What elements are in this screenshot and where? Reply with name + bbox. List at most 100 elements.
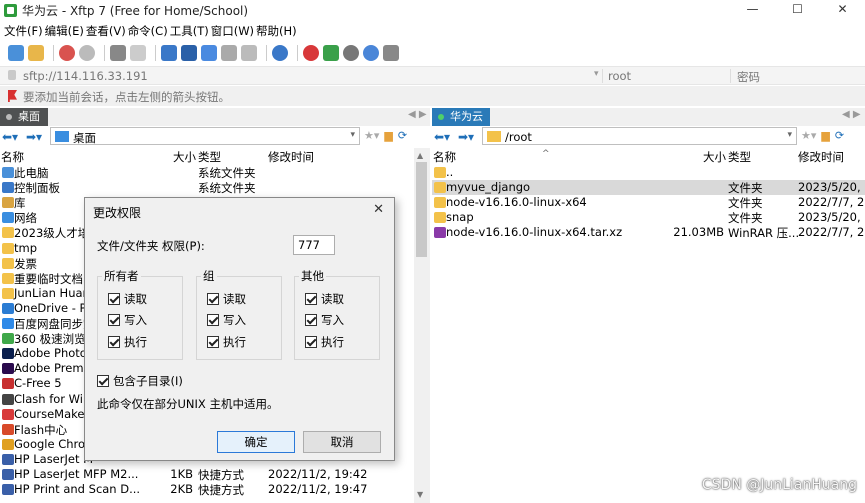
- new-folder-icon[interactable]: [110, 45, 126, 61]
- file-name: HP Print and Scan D...: [14, 482, 141, 497]
- folder-icon: [2, 257, 14, 269]
- recurse-subdirs-checkbox[interactable]: 包含子目录(I): [97, 373, 183, 389]
- remote-file-row[interactable]: node-v16.16.0-linux-x64 文件夹 2022/7/7, 20: [432, 195, 865, 210]
- col-modified[interactable]: 修改时间: [268, 149, 314, 165]
- star-icon[interactable]: ★▾: [801, 129, 816, 142]
- close-icon[interactable]: ✕: [373, 202, 384, 217]
- col-modified[interactable]: 修改时间: [798, 149, 844, 165]
- username-input[interactable]: root: [608, 69, 631, 83]
- folder-icon: [487, 131, 501, 142]
- local-file-row[interactable]: HP Print and Scan D... 2KB 快捷方式 2022/11/2, …: [0, 482, 414, 497]
- others-exec-checkbox[interactable]: 执行: [305, 334, 344, 350]
- file-type: 文件夹: [728, 211, 763, 226]
- tab-scroll-arrows[interactable]: ◀ ▶: [842, 109, 861, 120]
- copy-icon[interactable]: [221, 45, 237, 61]
- chevron-down-icon[interactable]: ▾: [787, 130, 792, 140]
- group-exec-checkbox[interactable]: 执行: [207, 334, 246, 350]
- local-file-row[interactable]: 控制面板 系统文件夹: [0, 180, 414, 195]
- owner-exec-checkbox[interactable]: 执行: [108, 334, 147, 350]
- menu-file[interactable]: 文件(F): [4, 23, 43, 39]
- printer-icon: [2, 469, 14, 480]
- local-scrollbar[interactable]: ▲ ▼: [414, 148, 430, 503]
- tab-scroll-arrows[interactable]: ◀ ▶: [408, 109, 427, 120]
- menu-command[interactable]: 命令(C): [128, 23, 168, 39]
- owner-write-checkbox[interactable]: 写入: [108, 312, 147, 328]
- maximize-button[interactable]: ☐: [775, 0, 820, 20]
- upload-icon[interactable]: [161, 45, 177, 61]
- file-type: 系统文件夹: [198, 181, 256, 196]
- column-header: 名称 大小 类型 修改时间: [0, 148, 414, 164]
- col-size[interactable]: 大小: [703, 149, 726, 165]
- scroll-down-icon[interactable]: ▼: [417, 490, 423, 499]
- tab-local-desktop[interactable]: 桌面: [0, 108, 48, 126]
- menu-tools[interactable]: 工具(T): [170, 23, 209, 39]
- minimize-button[interactable]: —: [730, 0, 775, 20]
- menu-view[interactable]: 查看(V): [86, 23, 126, 39]
- paste-icon[interactable]: [241, 45, 257, 61]
- file-modified: 2023/5/20, 1: [798, 180, 865, 195]
- star-icon[interactable]: ★▾: [364, 129, 379, 142]
- permission-input[interactable]: 777: [293, 235, 335, 255]
- local-file-row[interactable]: 此电脑 系统文件夹: [0, 165, 414, 180]
- folder-up-icon[interactable]: ▆: [384, 129, 392, 142]
- remote-file-row[interactable]: node-v16.16.0-linux-x64.tar.xz 21.03MB Win…: [432, 225, 865, 240]
- bookmark-arrow-icon[interactable]: [8, 90, 17, 102]
- chat-icon[interactable]: [383, 45, 399, 61]
- local-file-row[interactable]: HP LaserJet MFP M2... 1KB 快捷方式 2022/11/2, 1…: [0, 467, 414, 482]
- transfer-icon[interactable]: [201, 45, 217, 61]
- network-icon: [2, 212, 14, 224]
- password-input[interactable]: 密码: [737, 69, 760, 85]
- col-size[interactable]: 大小: [173, 149, 196, 165]
- remote-file-row[interactable]: myvue_django 文件夹 2023/5/20, 1: [432, 180, 865, 196]
- view-icon[interactable]: [130, 45, 146, 61]
- menu-edit[interactable]: 编辑(E): [45, 23, 84, 39]
- chevron-down-icon[interactable]: ▾: [350, 130, 355, 140]
- menu-help[interactable]: 帮助(H): [256, 23, 297, 39]
- remote-file-row[interactable]: ..: [432, 165, 865, 180]
- globe-icon[interactable]: [272, 45, 288, 61]
- file-name: Adobe Photos: [14, 346, 93, 361]
- new-session-icon[interactable]: [8, 45, 24, 61]
- gear-icon[interactable]: [343, 45, 359, 61]
- col-type[interactable]: 类型: [198, 149, 221, 165]
- refresh-icon[interactable]: ⟳: [835, 129, 844, 142]
- open-folder-icon[interactable]: [28, 45, 44, 61]
- local-path-field[interactable]: 桌面 ▾: [50, 127, 360, 145]
- col-name[interactable]: 名称: [1, 149, 24, 165]
- menu-window[interactable]: 窗口(W): [211, 23, 254, 39]
- back-arrow-icon[interactable]: ⬅▾: [434, 130, 450, 144]
- file-modified: 2022/7/7, 20: [798, 195, 865, 210]
- col-type[interactable]: 类型: [728, 149, 751, 165]
- forward-arrow-icon[interactable]: ➡▾: [26, 130, 42, 144]
- ok-button[interactable]: 确定: [217, 431, 295, 453]
- disconnect-icon[interactable]: [79, 45, 95, 61]
- xftp-icon[interactable]: [323, 45, 339, 61]
- refresh-icon[interactable]: ⟳: [398, 129, 407, 142]
- folder-icon: [434, 197, 446, 209]
- host-dropdown-icon[interactable]: ▾: [594, 69, 599, 79]
- remote-path-field[interactable]: /root ▾: [482, 127, 797, 145]
- download-icon[interactable]: [181, 45, 197, 61]
- back-arrow-icon[interactable]: ⬅▾: [2, 130, 18, 144]
- cancel-button[interactable]: 取消: [303, 431, 381, 453]
- col-name[interactable]: 名称: [433, 149, 456, 165]
- others-read-checkbox[interactable]: 读取: [305, 291, 344, 307]
- group-write-checkbox[interactable]: 写入: [207, 312, 246, 328]
- connect-icon[interactable]: [59, 45, 75, 61]
- help-icon[interactable]: [363, 45, 379, 61]
- scroll-thumb[interactable]: [416, 162, 427, 257]
- local-nav-bar: ⬅▾ ➡▾ 桌面 ▾ ★▾ ▆ ⟳: [0, 127, 430, 147]
- others-write-checkbox[interactable]: 写入: [305, 312, 344, 328]
- remote-file-list: 名称 ^ 大小 类型 修改时间 .. myvue_django 文件夹 2023/5/…: [432, 148, 865, 503]
- forward-arrow-icon[interactable]: ➡▾: [458, 130, 474, 144]
- xshell-icon[interactable]: [303, 45, 319, 61]
- host-input[interactable]: sftp://114.116.33.191: [23, 69, 148, 83]
- title-bar: 华为云 - Xftp 7 (Free for Home/School) — ☐ …: [0, 0, 865, 20]
- tab-remote-huawei[interactable]: 华为云: [432, 108, 490, 126]
- close-button[interactable]: ✕: [820, 0, 865, 20]
- scroll-up-icon[interactable]: ▲: [417, 151, 423, 160]
- group-read-checkbox[interactable]: 读取: [207, 291, 246, 307]
- folder-up-icon[interactable]: ▆: [821, 129, 829, 142]
- owner-read-checkbox[interactable]: 读取: [108, 291, 147, 307]
- remote-file-row[interactable]: snap 文件夹 2023/5/20, 1: [432, 210, 865, 225]
